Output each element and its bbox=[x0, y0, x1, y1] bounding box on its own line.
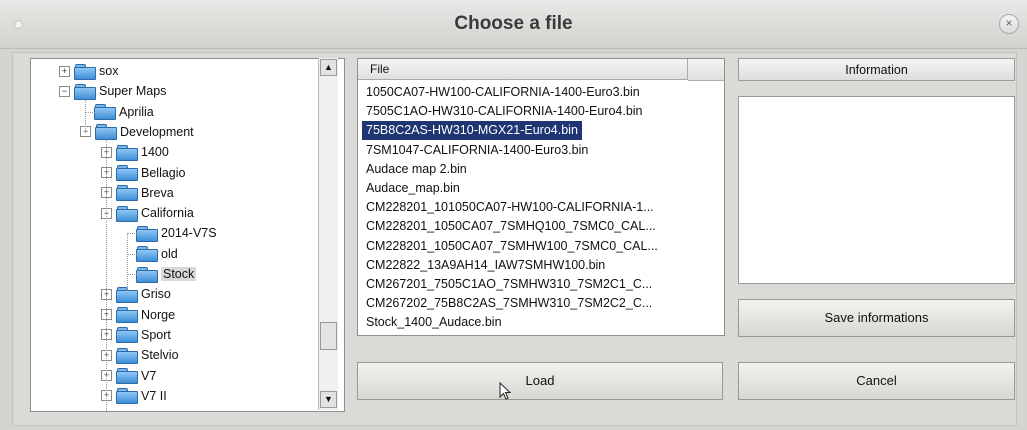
scroll-thumb[interactable] bbox=[320, 322, 337, 350]
file-row[interactable]: CM267202_75B8C2AS_7SMHW310_7SM2C2_C... bbox=[362, 294, 656, 313]
tree-item-label: Bellagio bbox=[141, 165, 186, 180]
tree-item[interactable]: + Norge bbox=[101, 305, 175, 325]
title-bar: Choose a file × bbox=[0, 0, 1027, 49]
tree-connector-line bbox=[85, 111, 99, 113]
tree-connector-line bbox=[127, 274, 141, 275]
information-textbox[interactable] bbox=[738, 96, 1015, 284]
tree-item-label: Norge bbox=[141, 307, 176, 322]
file-row[interactable]: CM228201_1050CA07_7SMHQ100_7SMC0_CAL... bbox=[362, 217, 660, 236]
tree-item-label: Breva bbox=[141, 185, 174, 200]
folder-icon bbox=[74, 63, 96, 80]
file-row[interactable]: Stock_1400_Audace.bin bbox=[362, 313, 506, 332]
collapse-icon[interactable]: − bbox=[59, 85, 70, 97]
file-list[interactable]: File 1050CA07-HW100-CALIFORNIA-1400-Euro… bbox=[357, 58, 725, 336]
tree-item-label: Development bbox=[120, 124, 194, 139]
tree-item-label: V7 II bbox=[141, 388, 167, 403]
tree-item[interactable]: − California bbox=[101, 203, 194, 223]
file-row[interactable]: 7505C1AO-HW310-CALIFORNIA-1400-Euro4.bin bbox=[362, 102, 647, 121]
file-row[interactable]: CM22822_13A9AH14_IAW7SMHW100.bin bbox=[362, 256, 609, 275]
tree-item[interactable]: Aprilia bbox=[94, 102, 154, 122]
tree-item-label: Sport bbox=[141, 327, 171, 342]
tree-connector-line bbox=[127, 233, 128, 293]
cancel-button[interactable]: Cancel bbox=[738, 362, 1015, 400]
tree-item-label: old bbox=[161, 246, 178, 261]
file-row[interactable]: 1050CA07-HW100-CALIFORNIA-1400-Euro3.bin bbox=[362, 83, 644, 102]
tree-item-label: V7 bbox=[141, 368, 157, 383]
tree-item[interactable]: + V7 bbox=[101, 366, 156, 386]
tree-connector-line bbox=[106, 129, 107, 411]
tree-item[interactable]: +1400 bbox=[101, 142, 169, 162]
expand-icon[interactable]: + bbox=[59, 65, 70, 77]
folder-icon bbox=[116, 347, 138, 364]
file-row[interactable]: Audace_map.bin bbox=[362, 179, 464, 198]
file-row[interactable]: CM267201_7505C1AO_7SMHW310_7SM2C1_C... bbox=[362, 275, 656, 294]
column-header-filler bbox=[688, 59, 724, 81]
tree-connector-line bbox=[127, 233, 141, 235]
close-icon[interactable]: × bbox=[999, 14, 1019, 34]
tree-item[interactable]: − Development bbox=[80, 122, 194, 142]
tree-item-label: 2014-V7S bbox=[161, 226, 217, 241]
load-button[interactable]: Load bbox=[357, 362, 723, 400]
tree-item-label: California bbox=[141, 206, 194, 221]
save-informations-button[interactable]: Save informations bbox=[738, 299, 1015, 337]
folder-icon bbox=[116, 205, 138, 222]
file-chooser-dialog: Choose a file × + sox − Super Maps Aprilia − D… bbox=[0, 0, 1027, 430]
folder-icon bbox=[116, 307, 138, 324]
tree-item[interactable]: Stock bbox=[136, 264, 197, 284]
folder-icon bbox=[116, 327, 138, 344]
scroll-up-icon[interactable]: ▲ bbox=[320, 59, 337, 76]
tree-item-label: sox bbox=[99, 64, 119, 78]
file-row[interactable]: Audace map 2.bin bbox=[362, 160, 471, 179]
folder-icon bbox=[116, 165, 138, 181]
file-row[interactable]: 75B8C2AS-HW310-MGX21-Euro4.bin bbox=[362, 121, 582, 141]
tree-item[interactable]: + Griso bbox=[101, 284, 171, 304]
tree-item-label: Stelvio bbox=[141, 348, 179, 363]
file-column-header[interactable]: File bbox=[358, 59, 688, 80]
mouse-cursor-icon bbox=[499, 382, 512, 400]
information-header: Information bbox=[738, 58, 1015, 81]
tree-item-label: Griso bbox=[141, 287, 171, 302]
tree-item-label: Aprilia bbox=[119, 104, 154, 119]
tree-scrollbar[interactable]: ▲ ▼ bbox=[318, 58, 338, 410]
tree-item-label: Super Maps bbox=[99, 84, 167, 99]
tree-item[interactable]: + Bellagio bbox=[101, 163, 185, 183]
tree-item[interactable]: + Sport bbox=[101, 325, 171, 345]
folder-tree[interactable]: + sox − Super Maps Aprilia − Development +1400 +… bbox=[30, 58, 345, 412]
folder-icon bbox=[116, 185, 138, 202]
file-row[interactable]: CM228201_1050CA07_7SMHW100_7SMC0_CAL... bbox=[362, 237, 662, 256]
scroll-down-icon[interactable]: ▼ bbox=[320, 391, 337, 408]
tree-item[interactable]: + sox bbox=[59, 61, 118, 81]
folder-icon bbox=[116, 368, 138, 384]
file-row[interactable]: 7SM1047-CALIFORNIA-1400-Euro3.bin bbox=[362, 141, 592, 160]
tree-item[interactable]: + Breva bbox=[101, 183, 174, 203]
tree-item-label: Stock bbox=[161, 267, 197, 281]
tree-item[interactable]: old bbox=[136, 244, 178, 264]
tree-connector-line bbox=[127, 253, 141, 255]
tree-item[interactable]: + Stelvio bbox=[101, 345, 179, 365]
file-row[interactable]: CM228201_101050CA07-HW100-CALIFORNIA-1..… bbox=[362, 198, 658, 217]
tree-item[interactable]: + V7 II bbox=[101, 386, 167, 406]
folder-icon bbox=[116, 388, 138, 405]
tree-item-label: 1400 bbox=[141, 145, 169, 160]
tree-item[interactable]: − Super Maps bbox=[59, 81, 166, 101]
dialog-title: Choose a file bbox=[454, 13, 573, 34]
tree-item[interactable]: 2014-V7S bbox=[136, 223, 217, 243]
folder-icon bbox=[116, 144, 138, 161]
